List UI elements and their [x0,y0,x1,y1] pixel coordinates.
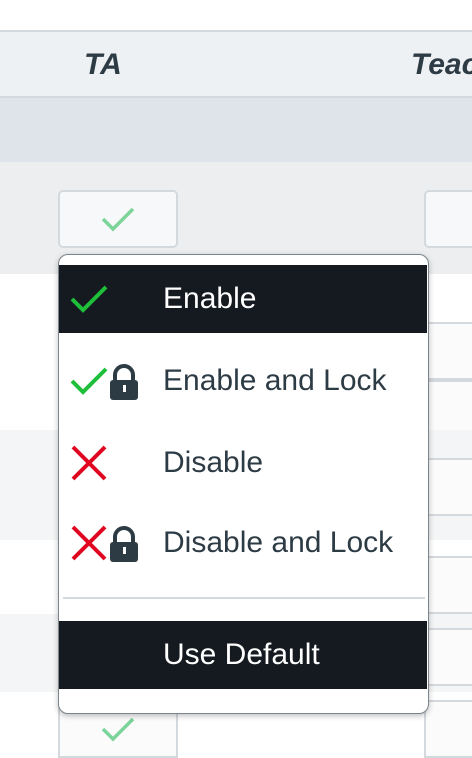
menu-item-label: Disable [163,446,264,479]
menu-item-disable[interactable]: Disable [59,429,427,497]
menu-item-label: Enable [163,282,257,315]
permission-menu: Enable Enable and Lock Disable Disable a… [58,254,429,714]
teacher-permission-cell[interactable] [424,628,472,686]
menu-item-enable[interactable]: Enable [59,265,427,333]
menu-item-enable-and-lock[interactable]: Enable and Lock [59,347,427,415]
x-icon [69,429,109,497]
menu-item-use-default[interactable]: Use Default [59,621,427,689]
teacher-permission-toggle[interactable] [424,190,472,248]
menu-item-label: Use Default [163,638,320,671]
menu-item-label: Disable and Lock [163,526,394,559]
ta-permission-toggle[interactable] [58,190,178,248]
table-header-row: TA Teac [0,30,472,98]
teacher-permission-cell[interactable] [424,458,472,516]
column-header-teacher: Teac [411,48,472,81]
check-icon [69,265,109,333]
teacher-permission-cell[interactable] [424,700,472,758]
teacher-permission-cell[interactable] [424,322,472,380]
group-row [0,98,472,162]
x-lock-icon [69,509,145,577]
menu-item-disable-and-lock[interactable]: Disable and Lock [59,509,427,577]
menu-divider [63,597,425,599]
menu-item-label: Enable and Lock [163,364,387,397]
check-icon [101,717,135,742]
teacher-permission-cell[interactable] [424,556,472,614]
check-icon [101,207,135,232]
column-header-ta: TA [84,48,122,81]
check-lock-icon [69,347,145,415]
